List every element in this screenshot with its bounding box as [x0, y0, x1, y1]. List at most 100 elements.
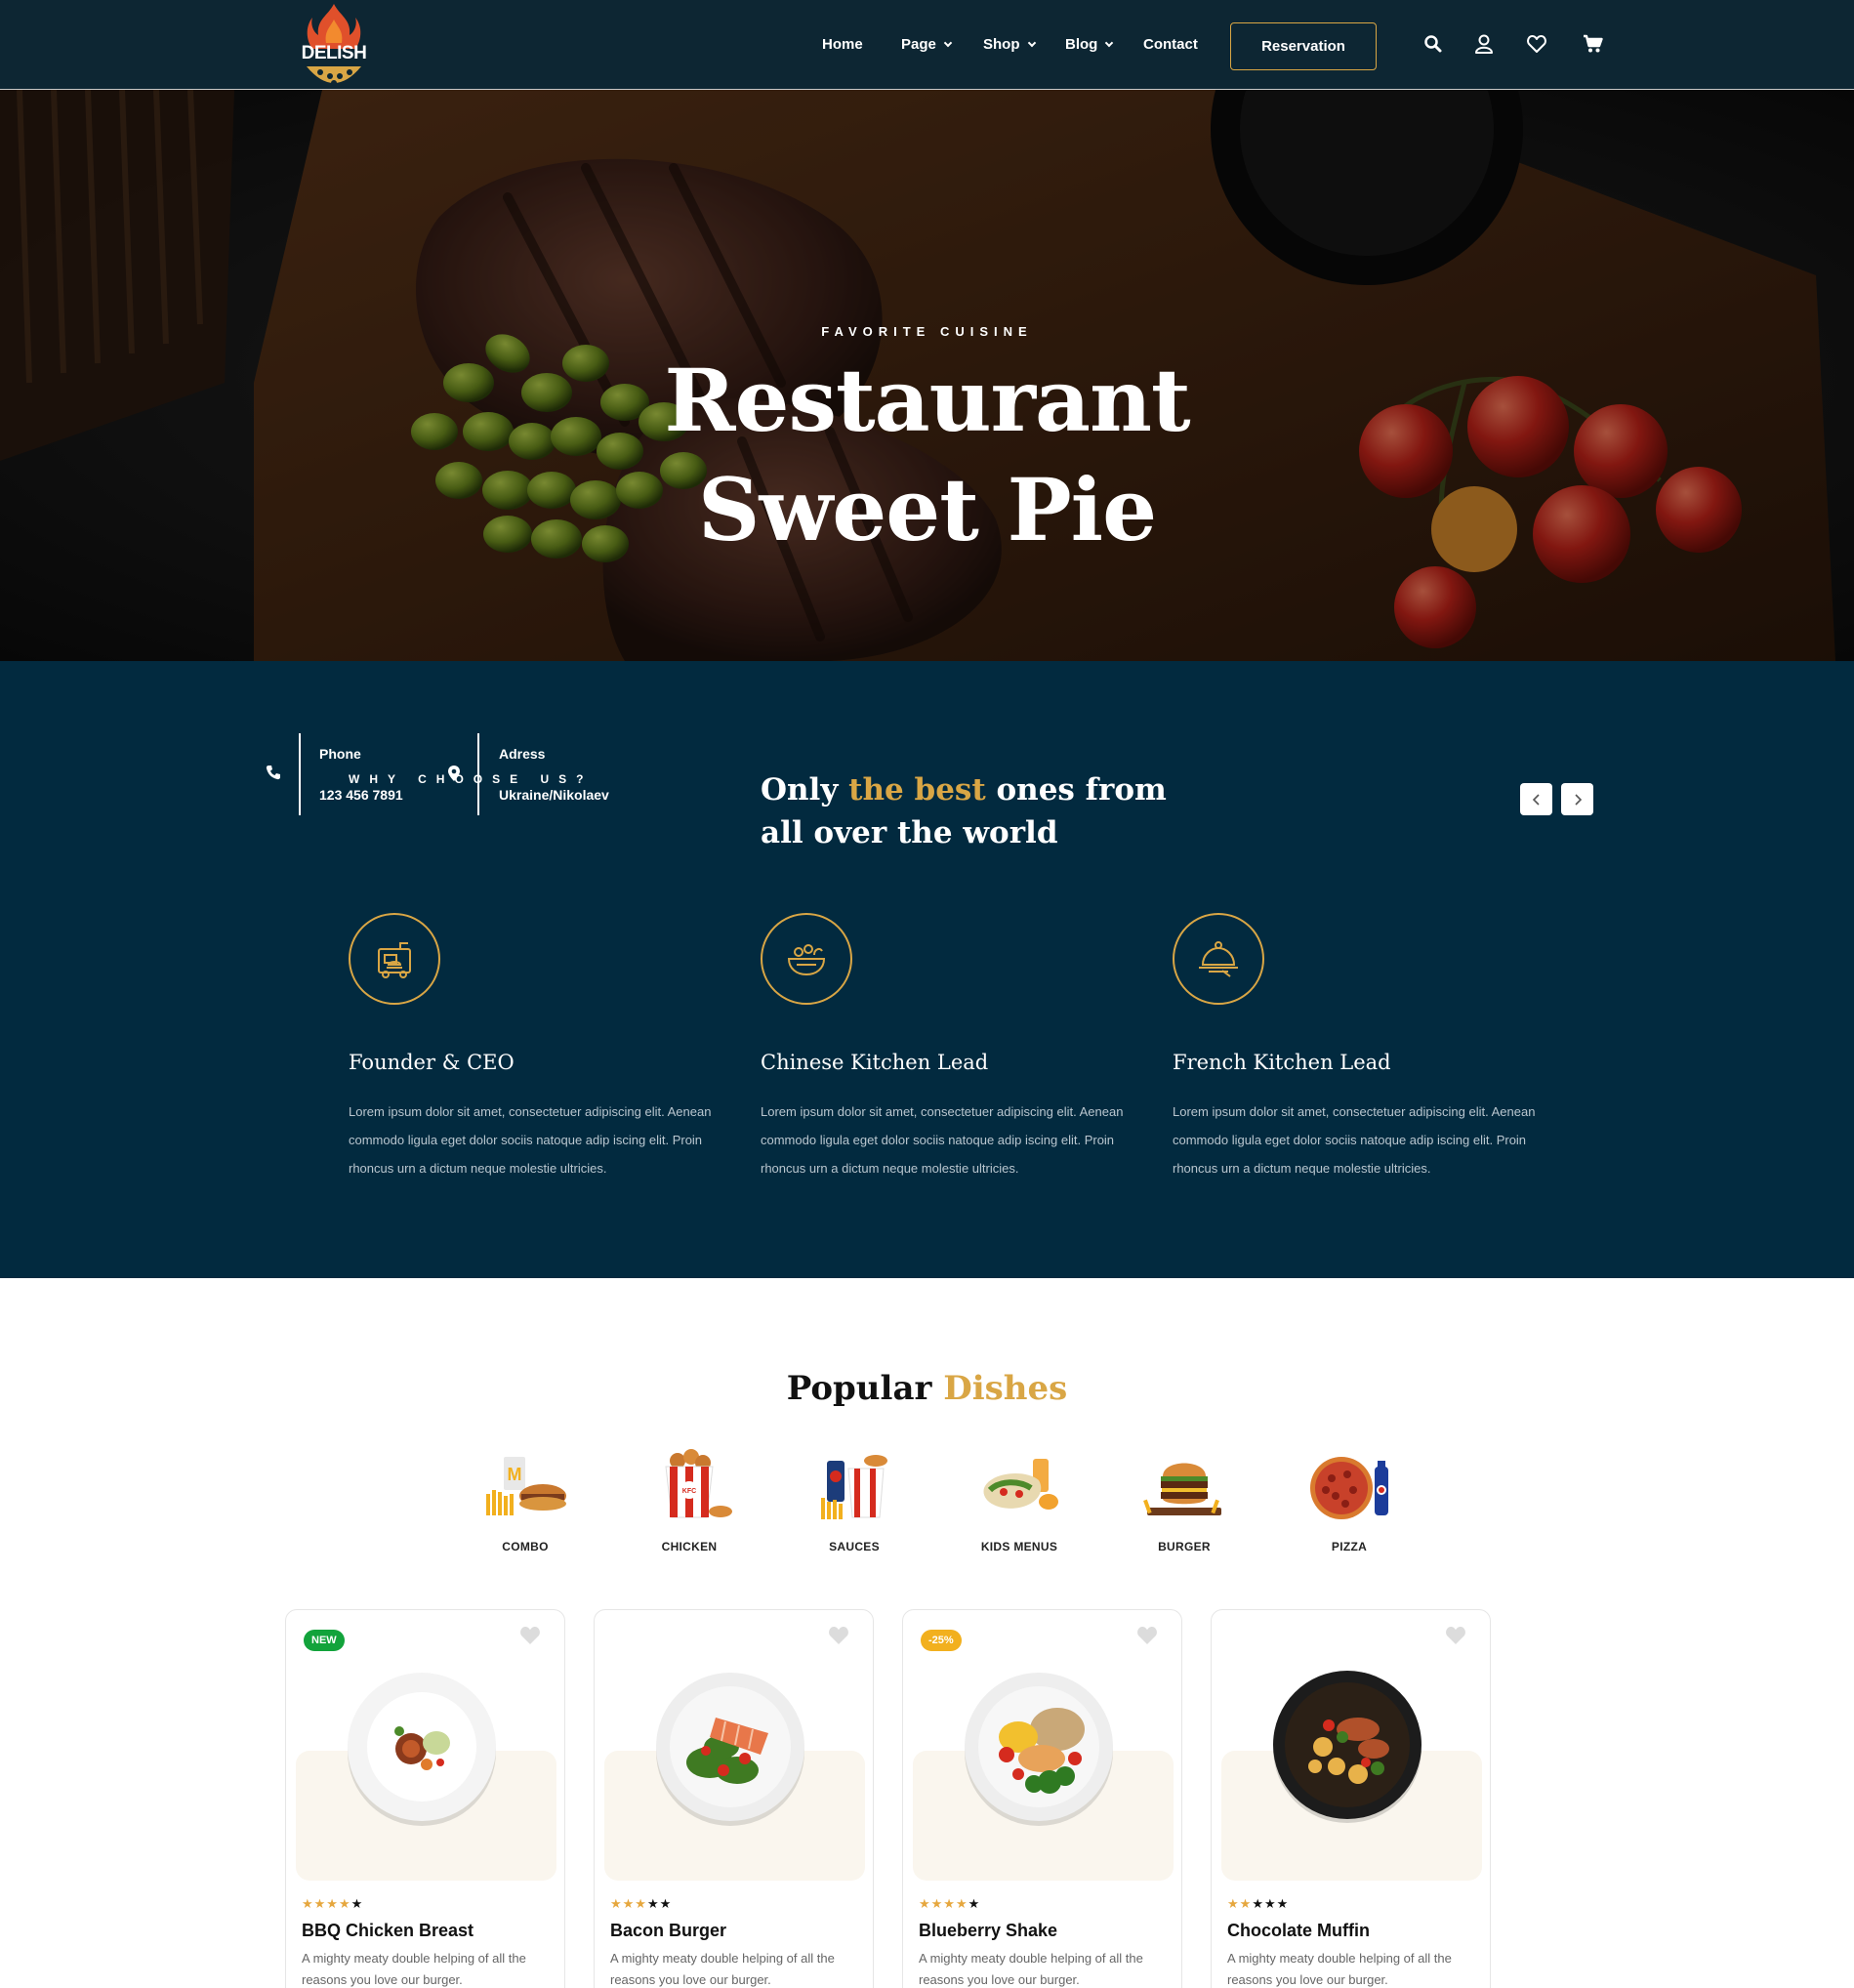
feature-text: Lorem ipsum dolor sit amet, consectetuer… — [349, 1104, 712, 1176]
hero-title-line2: Sweet Pie — [697, 459, 1157, 560]
svg-text:KFC: KFC — [682, 1488, 696, 1495]
popular-title-accent: Dishes — [943, 1369, 1068, 1408]
pizza-icon — [1310, 1457, 1388, 1519]
category-label: CHICKEN — [661, 1540, 718, 1553]
food-truck-icon — [378, 942, 411, 978]
nav-shop[interactable]: Shop — [983, 36, 1036, 53]
chevron-down-icon — [943, 38, 953, 48]
phone-icon — [266, 766, 280, 780]
site-header: DELISH Home Page Shop Blog Contact Reser… — [0, 0, 1854, 90]
product-name[interactable]: BBQ Chicken Breast — [302, 1921, 474, 1941]
rating-stars: ★★★★★ — [610, 1896, 673, 1911]
product-description: A mighty meaty double helping of all the… — [1227, 1951, 1452, 1987]
wishlist-heart-icon[interactable] — [1136, 1626, 1158, 1645]
heart-icon[interactable] — [1526, 33, 1547, 55]
product-card[interactable]: -25% ★★★★★ Blueberry Shake A mighty meat… — [902, 1609, 1182, 1988]
chicken-bucket-icon: KFC — [665, 1449, 732, 1518]
divider — [299, 733, 301, 815]
user-icon[interactable] — [1473, 33, 1495, 55]
sauces-icon — [821, 1455, 887, 1519]
category-label: COMBO — [502, 1540, 549, 1553]
category-label: SAUCES — [829, 1540, 880, 1553]
nav-blog-label: Blog — [1065, 36, 1098, 53]
popular-title-part1: Popular — [786, 1369, 932, 1408]
cart-icon[interactable] — [1583, 33, 1604, 55]
product-name[interactable]: Chocolate Muffin — [1227, 1921, 1370, 1941]
search-icon[interactable] — [1422, 33, 1444, 55]
reservation-button[interactable]: Reservation — [1230, 22, 1377, 70]
new-badge: NEW — [304, 1630, 345, 1651]
feature-title: Founder & CEO — [349, 1051, 515, 1074]
nav-blog[interactable]: Blog — [1065, 36, 1114, 53]
category-label: KIDS MENUS — [980, 1540, 1058, 1553]
feature-title: Chinese Kitchen Lead — [761, 1051, 989, 1074]
burger-icon — [1143, 1463, 1221, 1515]
why-title-part1: Only — [761, 772, 839, 808]
nav-page[interactable]: Page — [901, 36, 953, 53]
wishlist-heart-icon[interactable] — [1445, 1626, 1466, 1645]
address-label: Adress — [499, 746, 546, 762]
next-arrow-button[interactable] — [1561, 783, 1593, 815]
category-sauces[interactable]: SAUCES — [796, 1447, 913, 1553]
product-card[interactable]: NEW ★★★★★ BBQ Chicken Breast A mighty me… — [285, 1609, 565, 1988]
category-pizza[interactable]: PIZZA — [1291, 1447, 1408, 1553]
category-burger[interactable]: BURGER — [1126, 1447, 1243, 1553]
category-combo[interactable]: M COMBO — [467, 1447, 584, 1553]
combo-meal-icon: M — [486, 1457, 566, 1515]
wishlist-heart-icon[interactable] — [519, 1626, 541, 1645]
why-eyebrow: WHY CHOOSE US? — [349, 772, 594, 786]
prev-arrow-button[interactable] — [1520, 783, 1552, 815]
category-kids-menus[interactable]: KIDS MENUS — [961, 1447, 1078, 1553]
dish-image — [1273, 1671, 1421, 1823]
chevron-left-icon — [1532, 793, 1540, 806]
rating-stars: ★★★★★ — [919, 1896, 981, 1911]
product-name[interactable]: Bacon Burger — [610, 1921, 726, 1941]
feature-icon-wrap — [349, 913, 440, 1005]
why-choose-us-section: Phone 123 456 7891 Adress Ukraine/Nikola… — [0, 661, 1854, 1278]
salad-bowl-icon — [787, 944, 826, 976]
nav-page-label: Page — [901, 36, 936, 53]
feature-title: French Kitchen Lead — [1173, 1051, 1391, 1074]
wishlist-heart-icon[interactable] — [828, 1626, 849, 1645]
product-card[interactable]: ★★★★★ Chocolate Muffin A mighty meaty do… — [1211, 1609, 1491, 1988]
dish-image — [656, 1673, 804, 1826]
dish-image — [348, 1673, 496, 1826]
feature-text: Lorem ipsum dolor sit amet, consectetuer… — [1173, 1104, 1536, 1176]
category-chicken[interactable]: KFC CHICKEN — [631, 1447, 748, 1553]
product-description: A mighty meaty double helping of all the… — [919, 1951, 1143, 1987]
feature-icon-wrap — [1173, 913, 1264, 1005]
rating-stars: ★★★★★ — [302, 1896, 364, 1911]
feature-text: Lorem ipsum dolor sit amet, consectetuer… — [761, 1104, 1124, 1176]
nav-home[interactable]: Home — [822, 36, 863, 53]
feature-icon-wrap — [761, 913, 852, 1005]
product-description: A mighty meaty double helping of all the… — [302, 1951, 526, 1987]
chevron-right-icon — [1574, 793, 1582, 806]
popular-dishes-title: Popular Dishes — [0, 1369, 1854, 1408]
dish-image — [965, 1673, 1113, 1826]
chevron-down-icon — [1027, 38, 1036, 48]
product-name[interactable]: Blueberry Shake — [919, 1921, 1057, 1941]
rating-stars: ★★★★★ — [1227, 1896, 1290, 1911]
cloche-icon — [1199, 941, 1238, 977]
nav-contact-label: Contact — [1143, 36, 1198, 53]
hero-eyebrow: FAVORITE CUISINE — [821, 324, 1033, 339]
product-card[interactable]: ★★★★★ Bacon Burger A mighty meaty double… — [594, 1609, 874, 1988]
product-description: A mighty meaty double helping of all the… — [610, 1951, 835, 1987]
hero-banner: FAVORITE CUISINE Restaurant Sweet Pie — [0, 90, 1854, 661]
delish-logo[interactable]: DELISH — [299, 2, 369, 88]
discount-badge: -25% — [921, 1630, 962, 1651]
logo-text: DELISH — [301, 43, 367, 63]
nav-home-label: Home — [822, 36, 863, 53]
nav-contact[interactable]: Contact — [1143, 36, 1198, 53]
svg-text:M: M — [508, 1465, 522, 1484]
category-label: BURGER — [1158, 1540, 1211, 1553]
address-value: Ukraine/Nikolaev — [499, 787, 609, 803]
phone-label: Phone — [319, 746, 361, 762]
kids-menu-icon — [983, 1459, 1058, 1510]
chevron-down-icon — [1105, 38, 1114, 48]
phone-value[interactable]: 123 456 7891 — [319, 787, 403, 803]
why-title-accent: the best — [848, 772, 986, 808]
hero-title: Restaurant Sweet Pie — [0, 346, 1854, 564]
category-label: PIZZA — [1331, 1540, 1368, 1553]
hero-title-line1: Restaurant — [664, 350, 1190, 451]
